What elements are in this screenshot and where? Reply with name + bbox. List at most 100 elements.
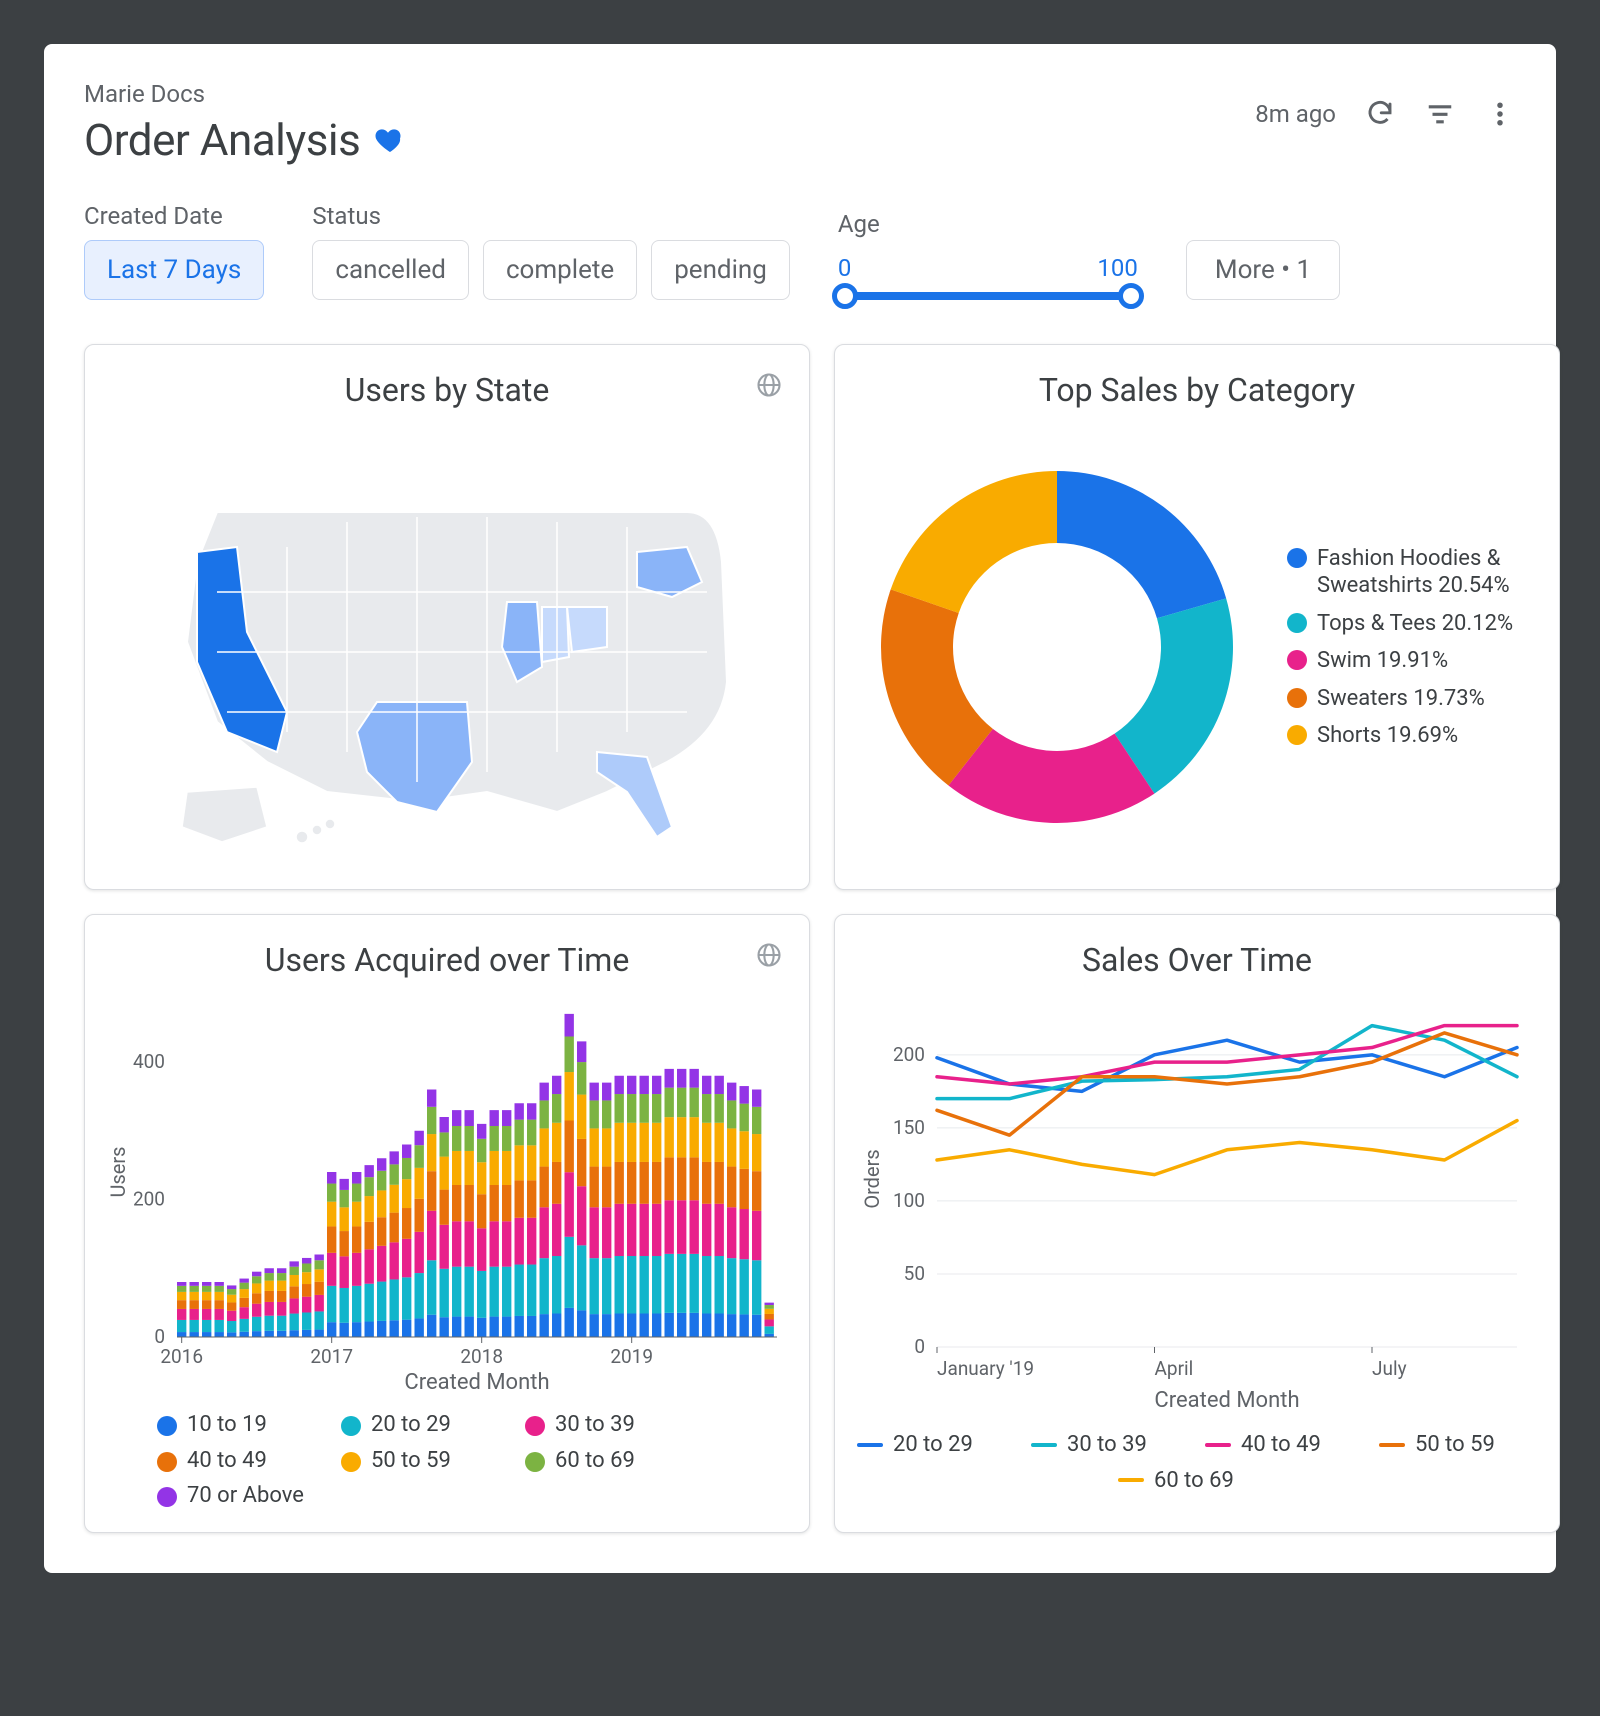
legend-swatch	[525, 1416, 545, 1436]
legend-swatch	[857, 1443, 883, 1447]
legend-item[interactable]: 50 to 59	[1379, 1431, 1519, 1459]
legend-label: 30 to 39	[1067, 1431, 1147, 1459]
legend-item[interactable]: 60 to 69	[525, 1447, 675, 1475]
card-title: Users Acquired over Time	[107, 941, 787, 979]
legend-item[interactable]: Swim 19.91%	[1287, 647, 1537, 675]
legend-label: 40 to 49	[1241, 1431, 1321, 1459]
line-chart[interactable]: 050100150200OrdersJanuary '19AprilJulyCr…	[857, 997, 1537, 1417]
svg-text:100: 100	[893, 1189, 925, 1212]
stacked-bar-chart[interactable]: 0200400Users2016201720182019Created Mont…	[107, 997, 787, 1397]
legend-item[interactable]: 40 to 49	[157, 1447, 307, 1475]
svg-text:200: 200	[893, 1043, 925, 1066]
legend-item[interactable]: Tops & Tees 20.12%	[1287, 610, 1537, 638]
legend-label: 20 to 29	[893, 1431, 973, 1459]
legend-item[interactable]: 20 to 29	[857, 1431, 997, 1459]
legend-label: Tops & Tees 20.12%	[1317, 610, 1513, 638]
legend-item[interactable]: 30 to 39	[525, 1411, 675, 1439]
legend-label: 20 to 29	[371, 1411, 451, 1439]
globe-icon[interactable]	[755, 941, 783, 973]
legend-item[interactable]: 10 to 19	[157, 1411, 307, 1439]
legend-swatch	[341, 1452, 361, 1472]
svg-text:April: April	[1155, 1357, 1194, 1380]
legend-item[interactable]: Fashion Hoodies & Sweatshirts 20.54%	[1287, 545, 1537, 600]
svg-text:Created Month: Created Month	[404, 1370, 549, 1395]
legend-swatch	[1287, 725, 1307, 745]
filter-label: Age	[838, 210, 1138, 238]
filter-bar: Created Date Last 7 Days Status cancelle…	[84, 202, 1516, 300]
svg-text:2018: 2018	[460, 1345, 503, 1368]
header: Marie Docs Order Analysis 8m ago	[84, 80, 1516, 166]
legend-label: 40 to 49	[187, 1447, 267, 1475]
slider-max: 100	[1097, 254, 1137, 282]
svg-text:2016: 2016	[160, 1345, 203, 1368]
header-title-block: Marie Docs Order Analysis	[84, 80, 406, 166]
legend-swatch	[1287, 548, 1307, 568]
svg-text:200: 200	[133, 1188, 165, 1211]
donut-chart[interactable]	[857, 447, 1257, 847]
legend-label: Fashion Hoodies & Sweatshirts 20.54%	[1317, 545, 1537, 600]
legend-label: Shorts 19.69%	[1317, 722, 1458, 750]
svg-text:400: 400	[133, 1050, 165, 1073]
slider-thumb-max[interactable]	[1118, 283, 1144, 309]
svg-text:150: 150	[893, 1116, 925, 1139]
card-title: Users by State	[107, 371, 787, 409]
legend-swatch	[525, 1452, 545, 1472]
legend-label: 30 to 39	[555, 1411, 635, 1439]
legend-item[interactable]: 60 to 69	[1118, 1467, 1258, 1495]
legend-swatch	[1287, 613, 1307, 633]
heart-icon[interactable]	[374, 124, 406, 156]
us-map[interactable]	[107, 427, 787, 867]
svg-text:0: 0	[914, 1335, 925, 1358]
filter-status: Status cancelled complete pending	[312, 202, 790, 300]
card-title: Top Sales by Category	[857, 371, 1537, 409]
legend-item[interactable]: Sweaters 19.73%	[1287, 685, 1537, 713]
filter-list-icon[interactable]	[1424, 98, 1456, 130]
legend-label: 50 to 59	[1415, 1431, 1495, 1459]
breadcrumb[interactable]: Marie Docs	[84, 80, 406, 108]
filter-label: Created Date	[84, 202, 264, 230]
legend-label: 60 to 69	[1154, 1467, 1234, 1495]
legend-label: Sweaters 19.73%	[1317, 685, 1485, 713]
card-top-sales-by-category: Top Sales by Category Fashion Hoodies & …	[834, 344, 1560, 890]
filter-created-date: Created Date Last 7 Days	[84, 202, 264, 300]
filter-label: Status	[312, 202, 790, 230]
legend-label: 70 or Above	[187, 1482, 304, 1510]
legend-label: 60 to 69	[555, 1447, 635, 1475]
filter-age: Age 0 100	[838, 210, 1138, 300]
legend-swatch	[157, 1487, 177, 1507]
legend-item[interactable]: 20 to 29	[341, 1411, 491, 1439]
donut-legend: Fashion Hoodies & Sweatshirts 20.54% Tops…	[1287, 545, 1537, 750]
card-users-by-state: Users by State	[84, 344, 810, 890]
chip-complete[interactable]: complete	[483, 240, 637, 300]
chip-pending[interactable]: pending	[651, 240, 790, 300]
chip-cancelled[interactable]: cancelled	[312, 240, 469, 300]
legend-swatch	[341, 1416, 361, 1436]
filter-more: More • 1	[1186, 240, 1340, 300]
age-slider[interactable]: 0 100	[838, 248, 1138, 300]
globe-icon[interactable]	[755, 371, 783, 403]
legend-label: Swim 19.91%	[1317, 647, 1448, 675]
legend-swatch	[157, 1452, 177, 1472]
card-sales-over-time: Sales Over Time 050100150200OrdersJanuar…	[834, 914, 1560, 1533]
legend-item[interactable]: Shorts 19.69%	[1287, 722, 1537, 750]
more-vert-icon[interactable]	[1484, 98, 1516, 130]
chart-grid: Users by State	[84, 344, 1516, 1533]
legend-swatch	[1118, 1478, 1144, 1482]
svg-text:January '19: January '19	[937, 1357, 1034, 1380]
timestamp: 8m ago	[1255, 100, 1336, 128]
legend-item[interactable]: 50 to 59	[341, 1447, 491, 1475]
legend-item[interactable]: 30 to 39	[1031, 1431, 1171, 1459]
legend-label: 10 to 19	[187, 1411, 267, 1439]
refresh-icon[interactable]	[1364, 98, 1396, 130]
lines-legend: 20 to 29 30 to 39 40 to 49 50 to 59 60 to 69	[857, 1421, 1537, 1494]
more-chip[interactable]: More • 1	[1186, 240, 1340, 300]
card-users-acquired: Users Acquired over Time 0200400Users201…	[84, 914, 810, 1533]
legend-swatch	[1379, 1443, 1405, 1447]
slider-thumb-min[interactable]	[832, 283, 858, 309]
legend-item[interactable]: 70 or Above	[157, 1482, 307, 1510]
header-actions: 8m ago	[1255, 98, 1516, 130]
legend-swatch	[1287, 650, 1307, 670]
page-title: Order Analysis	[84, 114, 360, 166]
legend-item[interactable]: 40 to 49	[1205, 1431, 1345, 1459]
chip-last-7-days[interactable]: Last 7 Days	[84, 240, 264, 300]
